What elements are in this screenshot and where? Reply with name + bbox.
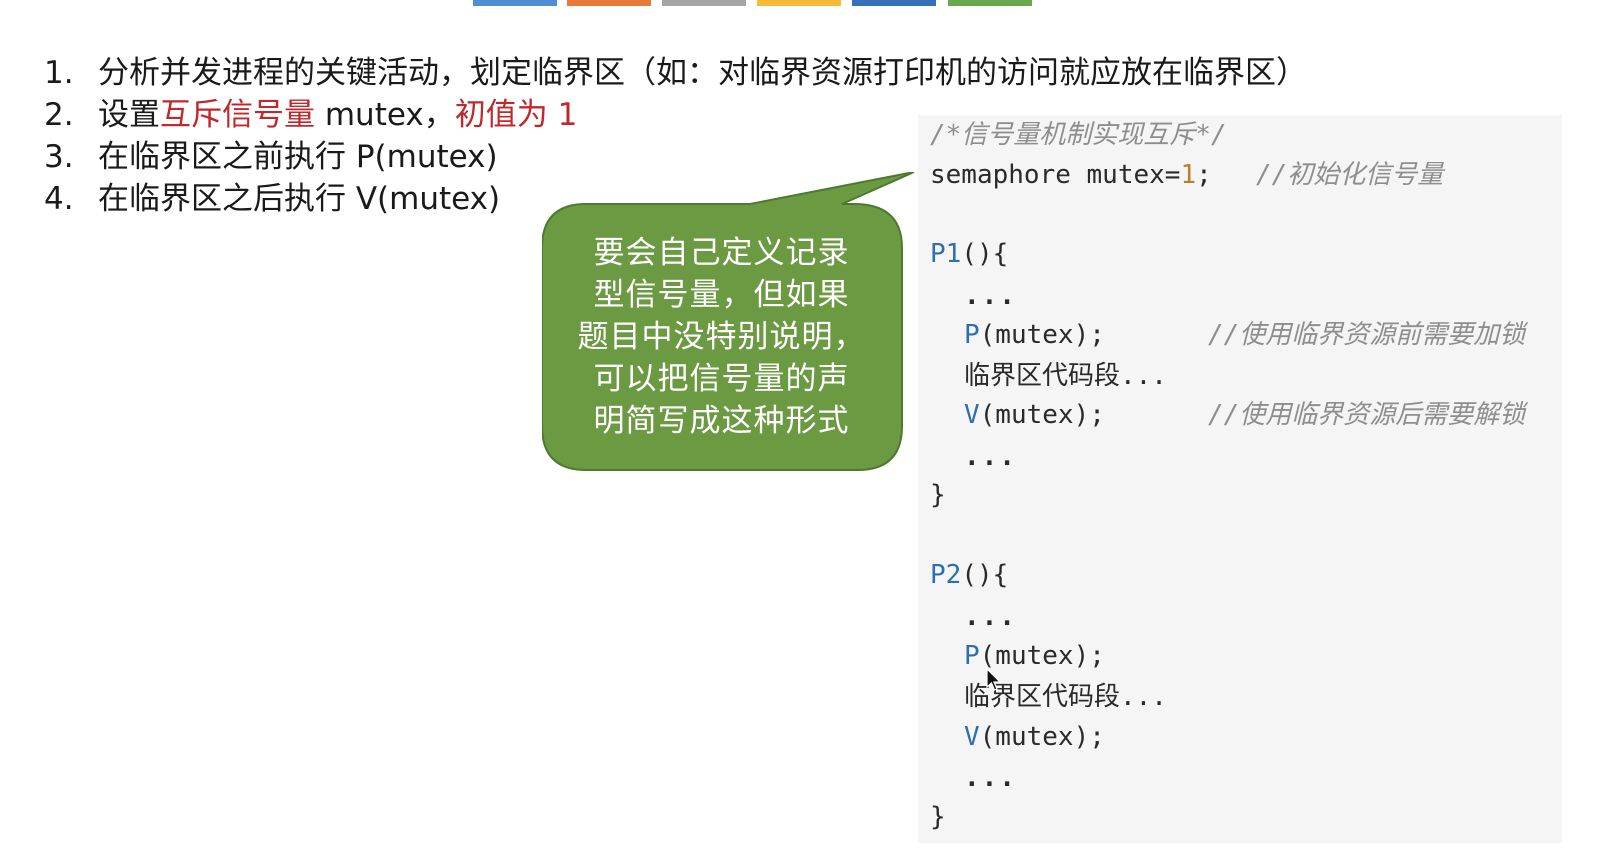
code-block: /*信号量机制实现互斥*/ semaphore mutex=1; //初始化信号… bbox=[918, 115, 1562, 843]
code-p2-ellipsis-bottom: ... bbox=[964, 763, 1017, 793]
callout-line: 明简写成这种形式 bbox=[593, 403, 850, 439]
step-highlight-initial-value: 初值为 1 bbox=[454, 97, 578, 133]
code-p1-ellipsis-bottom: ... bbox=[964, 442, 1017, 472]
code-header-comment: /*信号量机制实现互斥*/ bbox=[930, 120, 1227, 150]
step-number: 4. bbox=[44, 181, 74, 217]
code-v-args: (mutex); bbox=[979, 722, 1105, 752]
step-highlight-mutex-semaphore: 互斥信号量 bbox=[160, 97, 315, 133]
code-declaration-line: semaphore mutex=1; bbox=[930, 159, 1212, 191]
callout-line: 可以把信号量的声 bbox=[593, 361, 850, 397]
code-p1-close: } bbox=[930, 480, 946, 510]
step-number: 1. bbox=[44, 55, 74, 91]
callout-line: 题目中没特别说明， bbox=[577, 319, 866, 355]
code-p1-open: (){ bbox=[961, 239, 1009, 269]
code-p2-open: (){ bbox=[961, 560, 1009, 590]
code-semicolon: ; bbox=[1196, 160, 1212, 190]
callout-text: 要会自己定义记录 型信号量，但如果 题目中没特别说明， 可以把信号量的声 明简写… bbox=[560, 232, 883, 442]
top-tab-3[interactable] bbox=[662, 0, 746, 6]
step-text: 分析并发进程的关键活动，划定临界区（如：对临界资源打印机的访问就应放在临界区） bbox=[98, 55, 1307, 91]
code-p2-v-call: V(mutex); bbox=[964, 721, 1105, 753]
callout-line: 型信号量，但如果 bbox=[593, 277, 850, 313]
callout-bubble: 要会自己定义记录 型信号量，但如果 题目中没特别说明， 可以把信号量的声 明简写… bbox=[542, 172, 922, 472]
code-init-comment: //初始化信号量 bbox=[1256, 160, 1444, 190]
top-tab-4[interactable] bbox=[757, 0, 841, 6]
code-p1-unlock-comment: //使用临界资源后需要解锁 bbox=[1208, 400, 1526, 430]
step-number: 3. bbox=[44, 139, 74, 175]
code-v-keyword: V bbox=[964, 400, 980, 430]
callout-line: 要会自己定义记录 bbox=[593, 235, 850, 271]
code-declaration: semaphore mutex= bbox=[930, 160, 1181, 190]
code-p-args: (mutex); bbox=[979, 641, 1105, 671]
code-p2-ellipsis-top: ... bbox=[964, 602, 1017, 632]
code-p2-header: P2(){ bbox=[930, 559, 1008, 591]
code-p1-v-call: V(mutex); bbox=[964, 399, 1105, 431]
top-tab-6[interactable] bbox=[948, 0, 1032, 6]
code-p1-critical-section: 临界区代码段... bbox=[964, 361, 1167, 391]
step-number: 2. bbox=[44, 97, 74, 133]
top-tab-1[interactable] bbox=[473, 0, 557, 6]
code-init-value: 1 bbox=[1180, 160, 1197, 190]
code-p-keyword: P bbox=[964, 320, 980, 350]
code-p2-name: P2 bbox=[930, 560, 962, 590]
mouse-cursor-icon bbox=[986, 668, 1002, 691]
step-item: 1. 分析并发进程的关键活动，划定临界区（如：对临界资源打印机的访问就应放在临界区… bbox=[44, 52, 1307, 94]
code-p1-lock-comment: //使用临界资源前需要加锁 bbox=[1208, 320, 1526, 350]
code-p1-name: P1 bbox=[930, 239, 962, 269]
top-tab-2[interactable] bbox=[567, 0, 651, 6]
step-text-prefix: 设置 bbox=[98, 97, 160, 133]
code-p1-ellipsis-top: ... bbox=[964, 281, 1017, 311]
code-p-keyword: P bbox=[964, 641, 980, 671]
code-p1-header: P1(){ bbox=[930, 238, 1008, 270]
code-p2-close: } bbox=[930, 802, 946, 832]
code-p1-p-call: P(mutex); bbox=[964, 319, 1105, 351]
step-text: 在临界区之后执行 V(mutex) bbox=[98, 181, 501, 217]
code-v-args: (mutex); bbox=[979, 400, 1105, 430]
step-text: 在临界区之前执行 P(mutex) bbox=[98, 139, 498, 175]
code-v-keyword: V bbox=[964, 722, 980, 752]
top-tab-5[interactable] bbox=[852, 0, 936, 6]
code-p-args: (mutex); bbox=[979, 320, 1105, 350]
step-text-middle: mutex， bbox=[315, 97, 455, 133]
